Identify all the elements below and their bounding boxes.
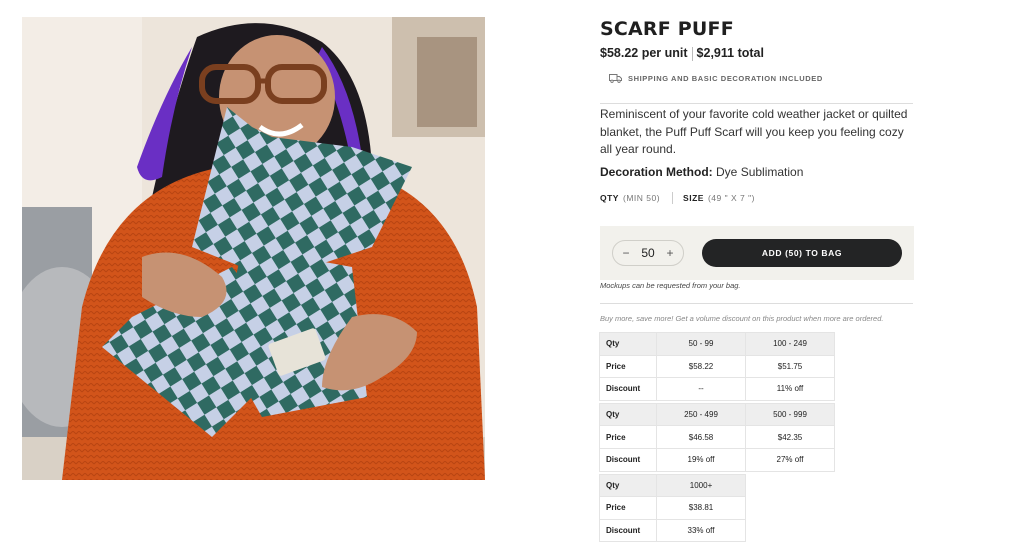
- tier-discount: 19% off: [656, 447, 746, 472]
- option-summary: QTY (MIN 50) SIZE (49 " X 7 "): [600, 192, 755, 204]
- pricing-table: Qty Price Discount 50 - 99 $58.22 -- 100…: [599, 332, 835, 401]
- qty-row-label: Qty: [599, 402, 657, 427]
- add-to-bag-button[interactable]: ADD (50) TO BAG: [702, 239, 902, 267]
- qty-row-label: Qty: [599, 473, 657, 498]
- pricing-tier: 1000+ $38.81 33% off: [656, 473, 746, 543]
- pricing-tier: 50 - 99 $58.22 --: [656, 332, 746, 401]
- tier-price: $51.75: [745, 354, 835, 379]
- product-image: [22, 17, 485, 480]
- pricing-row-labels: Qty Price Discount: [599, 473, 657, 543]
- product-description: Reminiscent of your favorite cold weathe…: [600, 107, 908, 156]
- quantity-stepper[interactable]: − 50 +: [612, 240, 684, 266]
- discount-row-label: Discount: [599, 377, 657, 401]
- tier-qty: 50 - 99: [656, 332, 746, 356]
- pricing-table: Qty Price Discount 1000+ $38.81 33% off: [599, 473, 746, 543]
- decoration-method-label: Decoration Method:: [600, 165, 713, 179]
- total-price: $2,911 total: [696, 46, 764, 60]
- tier-discount: 11% off: [745, 377, 835, 401]
- truck-icon: [609, 74, 622, 83]
- price-separator: [691, 46, 693, 61]
- tier-qty: 1000+: [656, 473, 746, 498]
- unit-price: $58.22 per unit: [600, 46, 688, 60]
- increase-quantity-button[interactable]: +: [665, 246, 675, 260]
- shipping-note-text: SHIPPING AND BASIC DECORATION INCLUDED: [628, 73, 823, 83]
- tier-discount: 33% off: [656, 518, 746, 543]
- size-label: SIZE: [683, 193, 704, 203]
- tier-qty: 500 - 999: [745, 402, 835, 427]
- tier-qty: 250 - 499: [656, 402, 746, 427]
- discount-row-label: Discount: [599, 518, 657, 543]
- price-summary: $58.22 per unit $2,911 total: [600, 46, 764, 61]
- pricing-tier: 250 - 499 $46.58 19% off: [656, 402, 746, 472]
- discount-row-label: Discount: [599, 447, 657, 472]
- divider: [600, 103, 913, 104]
- tier-qty: 100 - 249: [745, 332, 835, 356]
- price-row-label: Price: [599, 496, 657, 520]
- product-info: SCARF PUFF $58.22 per unit $2,911 total S…: [599, 17, 915, 543]
- pricing-tier: 100 - 249 $51.75 11% off: [745, 332, 835, 401]
- pricing-row-labels: Qty Price Discount: [599, 402, 657, 472]
- pricing-row-labels: Qty Price Discount: [599, 332, 657, 401]
- tier-price: $58.22: [656, 354, 746, 379]
- price-row-label: Price: [599, 354, 657, 379]
- product-photo-illustration: [22, 17, 485, 480]
- mockups-note: Mockups can be requested from your bag.: [600, 281, 741, 290]
- tier-discount: 27% off: [745, 447, 835, 472]
- tier-price: $42.35: [745, 425, 835, 449]
- tier-price: $38.81: [656, 496, 746, 520]
- product-title: SCARF PUFF: [600, 18, 734, 40]
- qty-minimum: (MIN 50): [622, 193, 661, 203]
- divider: [600, 303, 913, 304]
- quantity-value[interactable]: 50: [641, 246, 654, 260]
- decoration-method-value: Dye Sublimation: [716, 165, 804, 179]
- tier-discount: --: [656, 377, 746, 401]
- qty-row-label: Qty: [599, 332, 657, 356]
- decrease-quantity-button[interactable]: −: [621, 246, 631, 260]
- option-separator: [672, 192, 674, 204]
- pricing-tier: 500 - 999 $42.35 27% off: [745, 402, 835, 472]
- volume-discount-note: Buy more, save more! Get a volume discou…: [600, 314, 884, 323]
- tier-price: $46.58: [656, 425, 746, 449]
- pricing-table: Qty Price Discount 250 - 499 $46.58 19% …: [599, 402, 835, 472]
- shipping-note: SHIPPING AND BASIC DECORATION INCLUDED: [609, 73, 823, 83]
- qty-label: QTY: [600, 193, 619, 203]
- size-value: (49 " X 7 "): [707, 193, 755, 203]
- add-to-bag-panel: − 50 + ADD (50) TO BAG: [600, 226, 914, 280]
- price-row-label: Price: [599, 425, 657, 449]
- decoration-method: Decoration Method: Dye Sublimation: [600, 165, 803, 179]
